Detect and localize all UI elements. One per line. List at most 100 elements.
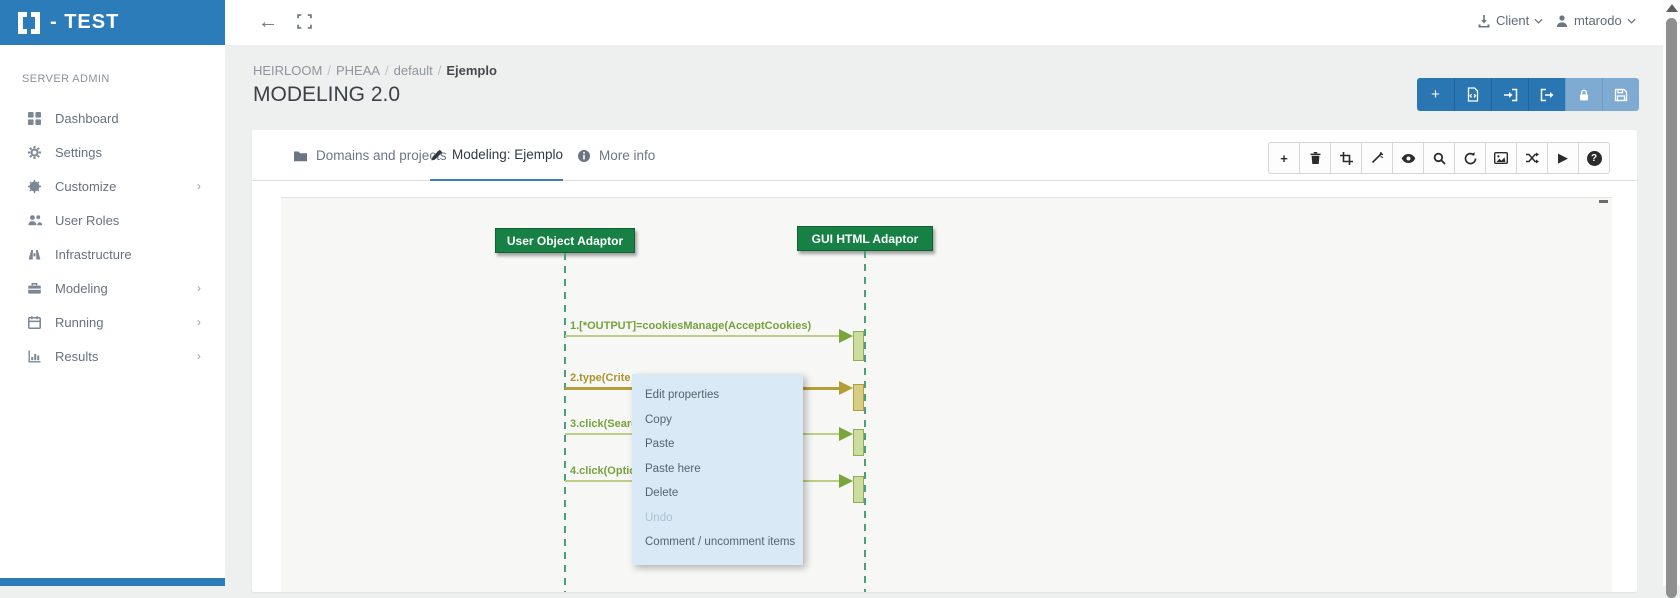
breadcrumb-item[interactable]: default (394, 63, 433, 78)
sidebar-item-label: Running (55, 315, 103, 330)
play-icon: ▶ (1558, 150, 1568, 166)
question-icon: ? (1587, 151, 1602, 166)
lifeline (864, 251, 866, 592)
download-icon (1477, 14, 1491, 28)
calendar-icon (26, 314, 43, 330)
modeling-card: Domains and projects Modeling: Ejemplo M… (252, 130, 1637, 592)
refresh-button[interactable] (1454, 142, 1486, 174)
lock-button[interactable] (1565, 78, 1602, 111)
search-button[interactable] (1423, 142, 1455, 174)
binoculars-icon (26, 246, 43, 262)
sidebar: SERVER ADMIN Dashboard Settings Customiz… (0, 45, 225, 586)
run-button[interactable]: ▶ (1547, 142, 1579, 174)
menu-item-paste[interactable]: Paste (632, 432, 803, 457)
menu-item-delete[interactable]: Delete (632, 481, 803, 506)
sidebar-item-dashboard[interactable]: Dashboard (0, 101, 225, 135)
breadcrumb-current: Ejemplo (446, 63, 497, 78)
user-dropdown[interactable]: mtarodo (1555, 13, 1636, 28)
export-file-button[interactable] (1454, 78, 1491, 111)
info-icon (577, 149, 591, 163)
help-button[interactable]: ? (1578, 142, 1610, 174)
main-content: HEIRLOOM/PHEAA/default/Ejemplo MODELING … (225, 45, 1680, 586)
delete-button[interactable] (1299, 142, 1331, 174)
scroll-up-icon[interactable] (1666, 4, 1678, 12)
image-button[interactable] (1485, 142, 1517, 174)
tab-label: Modeling: Ejemplo (452, 147, 563, 162)
breadcrumb-item[interactable]: HEIRLOOM (253, 63, 322, 78)
arrow-right-icon (839, 427, 853, 441)
sidebar-section-label: SERVER ADMIN (22, 73, 110, 85)
menu-item-undo: Undo (632, 506, 803, 531)
sidebar-item-label: Results (55, 349, 98, 364)
actor-gui-html-adaptor[interactable]: GUI HTML Adaptor (797, 226, 933, 251)
bar-chart-icon (26, 348, 43, 364)
message-label[interactable]: 4.click(Optio (570, 465, 636, 479)
menu-item-copy[interactable]: Copy (632, 408, 803, 433)
canvas-scroll-nub[interactable] (1599, 200, 1608, 203)
import-button[interactable] (1491, 78, 1528, 111)
preview-button[interactable] (1392, 142, 1424, 174)
page-scrollbar[interactable] (1663, 0, 1680, 586)
magic-wand-button[interactable] (1361, 142, 1393, 174)
fullscreen-icon[interactable] (297, 14, 312, 29)
sidebar-item-running[interactable]: Running › (0, 305, 225, 339)
add-button[interactable]: + (1417, 78, 1454, 111)
sidebar-item-user-roles[interactable]: User Roles (0, 203, 225, 237)
search-icon (1433, 152, 1446, 165)
sidebar-item-settings[interactable]: Settings (0, 135, 225, 169)
dashboard-icon (26, 110, 43, 126)
activation-bar (853, 384, 864, 411)
client-dropdown[interactable]: Client (1477, 13, 1543, 28)
sidebar-item-customize[interactable]: Customize › (0, 169, 225, 203)
add-item-button[interactable]: + (1268, 142, 1300, 174)
message-label[interactable]: 3.click(Searc (570, 418, 637, 432)
actor-user-object-adaptor[interactable]: User Object Adaptor (495, 228, 635, 253)
breadcrumb-item[interactable]: PHEAA (336, 63, 380, 78)
context-menu: Edit properties Copy Paste Paste here De… (632, 374, 803, 565)
tab-domains-and-projects[interactable]: Domains and projects (293, 130, 447, 181)
menu-item-paste-here[interactable]: Paste here (632, 457, 803, 482)
menu-item-comment-uncomment[interactable]: Comment / uncomment items (632, 530, 803, 555)
sidebar-footer-bar (0, 578, 225, 586)
app-logo[interactable]: - TEST (0, 0, 225, 45)
sidebar-item-label: Customize (55, 179, 116, 194)
circle-icon (26, 178, 43, 194)
message-label[interactable]: 1.[*OUTPUT]=cookiesManage(AcceptCookies) (570, 320, 811, 334)
arrow-right-icon (839, 329, 853, 343)
pencil-icon (430, 148, 444, 162)
sidebar-item-results[interactable]: Results › (0, 339, 225, 373)
sidebar-item-infrastructure[interactable]: Infrastructure (0, 237, 225, 271)
gear-icon (26, 144, 43, 160)
header-action-buttons: + (1417, 78, 1639, 111)
lifeline (564, 253, 566, 592)
image-icon (1494, 152, 1508, 164)
save-button[interactable] (1602, 78, 1639, 111)
breadcrumb: HEIRLOOM/PHEAA/default/Ejemplo (253, 63, 497, 78)
page-title: MODELING 2.0 (253, 83, 400, 107)
export-button[interactable] (1528, 78, 1565, 111)
message-label[interactable]: 2.type(Crite (570, 372, 631, 386)
lock-icon (1577, 88, 1591, 102)
tab-modeling-ejemplo[interactable]: Modeling: Ejemplo (430, 130, 563, 181)
trash-icon (1309, 151, 1322, 165)
sidebar-item-modeling[interactable]: Modeling › (0, 271, 225, 305)
shuffle-button[interactable] (1516, 142, 1548, 174)
file-code-icon (1466, 87, 1480, 102)
sidebar-item-label: User Roles (55, 213, 119, 228)
sidebar-item-label: Modeling (55, 281, 108, 296)
crop-button[interactable] (1330, 142, 1362, 174)
scrollbar-thumb[interactable] (1666, 18, 1677, 598)
briefcase-icon (26, 280, 43, 296)
plus-icon: + (1431, 86, 1440, 103)
back-icon[interactable]: ← (258, 11, 278, 33)
activation-bar (853, 331, 864, 361)
tab-label: More info (599, 148, 655, 163)
activation-bar (853, 476, 864, 503)
tab-more-info[interactable]: More info (577, 130, 655, 181)
diagram-canvas[interactable]: User Object Adaptor GUI HTML Adaptor 1.[… (281, 197, 1612, 592)
menu-item-edit-properties[interactable]: Edit properties (632, 383, 803, 408)
activation-bar (853, 429, 864, 456)
chevron-right-icon: › (197, 281, 201, 295)
tab-label: Domains and projects (316, 148, 447, 163)
arrow-right-icon (839, 381, 853, 395)
